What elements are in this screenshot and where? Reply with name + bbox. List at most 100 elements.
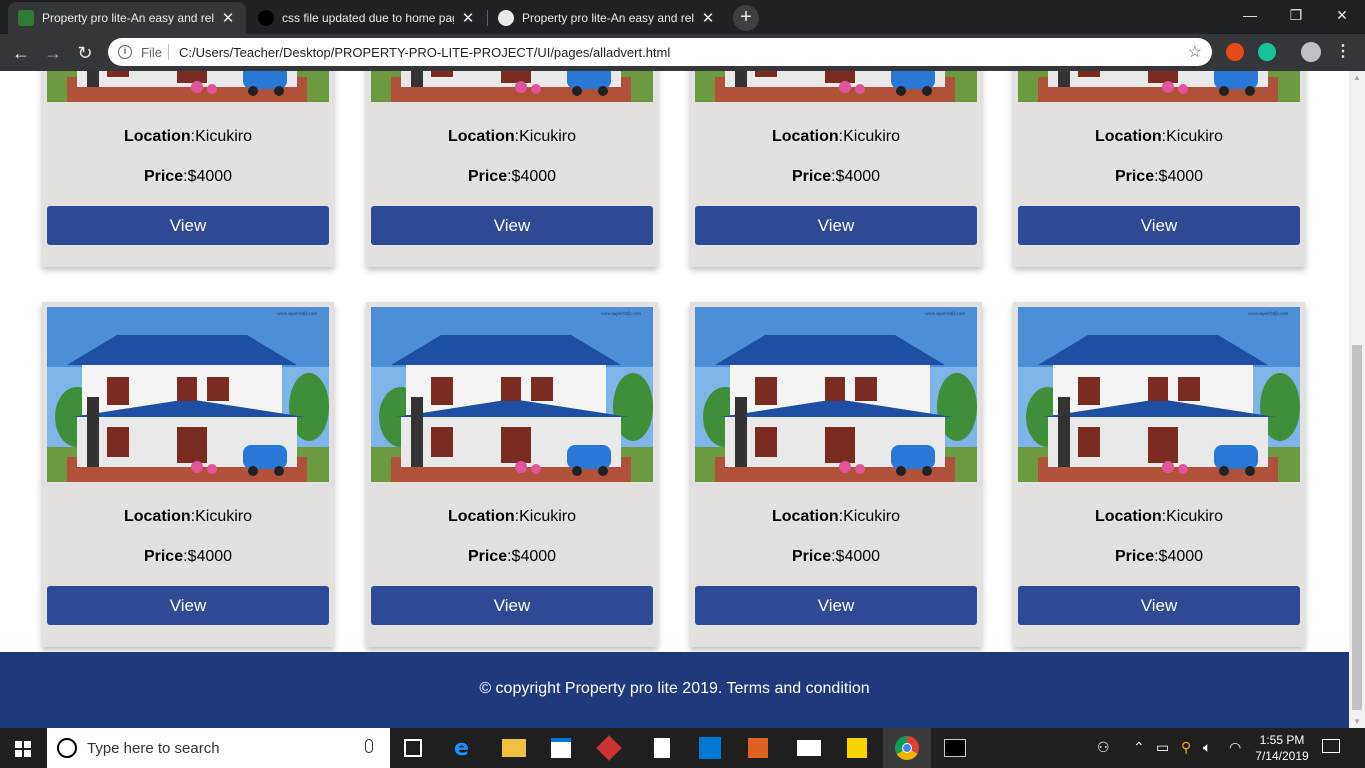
tab-close-icon[interactable]: ✕ — [700, 9, 716, 27]
search-tray-icon[interactable]: ⚲ — [1181, 739, 1191, 756]
listing-card: www.superbdfs.com Location:Kicukiro Price:… — [366, 71, 658, 267]
listing-price: Price:$4000 — [1013, 548, 1305, 566]
price-label: Price — [143, 548, 184, 565]
svg-text:www.superbdfs.com: www.superbdfs.com — [277, 312, 317, 317]
minimize-button[interactable]: — — [1227, 0, 1273, 30]
edge-browser-icon[interactable]: e — [454, 736, 478, 761]
back-button[interactable]: ← — [8, 40, 34, 66]
gitkraken-icon[interactable] — [596, 735, 622, 761]
mail-icon[interactable] — [797, 740, 821, 756]
listing-location: Location:Kicukiro — [366, 128, 658, 146]
view-listing-button[interactable]: View — [47, 206, 329, 245]
tab-close-icon[interactable]: ✕ — [460, 9, 476, 27]
page-footer: © copyright Property pro lite 2019. Term… — [0, 652, 1349, 728]
people-icon[interactable]: ⚇ — [1097, 739, 1110, 756]
location-label: Location — [1094, 128, 1162, 145]
info-icon[interactable]: i — [118, 45, 132, 59]
tab-title: css file updated due to home pag — [282, 11, 454, 25]
tab-close-icon[interactable]: ✕ — [220, 9, 236, 27]
footer-copyright: © copyright Property pro lite 2019. Term… — [479, 680, 870, 697]
view-listing-button[interactable]: View — [1018, 206, 1300, 245]
restore-button[interactable]: ❐ — [1273, 0, 1319, 30]
taskbar-search-box[interactable]: Type here to search — [47, 728, 390, 768]
view-listing-button[interactable]: View — [47, 586, 329, 625]
url-text[interactable]: C:/Users/Teacher/Desktop/PROPERTY-PRO-LI… — [179, 45, 670, 60]
microphone-icon[interactable] — [365, 739, 373, 753]
terminal-icon[interactable] — [944, 739, 966, 757]
tab-title: Property pro lite-An easy and reli — [522, 11, 694, 25]
price-value: :$4000 — [507, 548, 557, 565]
listing-location: Location:Kicukiro — [42, 508, 334, 526]
price-label: Price — [791, 168, 832, 185]
view-listing-button[interactable]: View — [695, 586, 977, 625]
reload-button[interactable]: ↻ — [72, 40, 98, 66]
listing-price: Price:$4000 — [1013, 168, 1305, 186]
price-value: :$4000 — [183, 548, 233, 565]
forward-button[interactable]: → — [40, 40, 66, 66]
start-button[interactable] — [0, 728, 46, 768]
sticky-notes-icon[interactable] — [847, 738, 867, 758]
scroll-down-icon[interactable]: ▼ — [1353, 717, 1361, 726]
listing-price: Price:$4000 — [42, 168, 334, 186]
location-value: :Kicukiro — [838, 128, 901, 145]
scrollbar-thumb[interactable] — [1352, 345, 1362, 710]
profile-avatar-icon[interactable] — [1301, 42, 1321, 62]
tab-property-pro[interactable]: Property pro lite-An easy and reli ✕ — [488, 2, 726, 34]
listing-location: Location:Kicukiro — [690, 508, 982, 526]
address-bar[interactable]: i File C:/Users/Teacher/Desktop/PROPERTY… — [108, 38, 1212, 66]
view-listing-button[interactable]: View — [371, 586, 653, 625]
github-favicon-icon — [258, 10, 274, 26]
scroll-up-icon[interactable]: ▲ — [1353, 73, 1361, 82]
listing-card: www.superbdfs.com Location:Kicukiro Price:… — [366, 302, 658, 647]
battery-icon[interactable]: ▭ — [1156, 739, 1169, 756]
new-tab-button[interactable]: + — [733, 5, 759, 31]
listing-location: Location:Kicukiro — [366, 508, 658, 526]
media-player-icon[interactable] — [748, 738, 768, 758]
location-value: :Kicukiro — [514, 128, 577, 145]
listing-card: www.superbdfs.com Location:Kicukiro Price:… — [42, 71, 334, 267]
view-listing-button[interactable]: View — [1018, 586, 1300, 625]
extension-fox-icon[interactable] — [1226, 43, 1244, 61]
close-window-button[interactable]: ✕ — [1319, 0, 1365, 30]
property-photo: www.superbdfs.com — [1018, 71, 1300, 102]
view-listing-button[interactable]: View — [695, 206, 977, 245]
action-center-icon[interactable] — [1322, 739, 1340, 753]
location-value: :Kicukiro — [838, 508, 901, 525]
volume-icon[interactable]: 🔈︎ — [1203, 739, 1211, 756]
listing-card: www.superbdfs.com Location:Kicukiro Price:… — [1013, 71, 1305, 267]
system-clock[interactable]: 1:55 PM 7/14/2019 — [1252, 732, 1312, 764]
store-icon[interactable] — [551, 738, 571, 758]
chrome-menu-icon[interactable]: ⋮ — [1335, 41, 1351, 61]
location-label: Location — [123, 128, 191, 145]
tray-chevron-icon[interactable]: ⌃ — [1133, 739, 1145, 756]
task-view-icon[interactable] — [404, 739, 422, 757]
view-listing-button[interactable]: View — [371, 206, 653, 245]
vscode-icon[interactable] — [699, 737, 721, 759]
page-scrollbar[interactable]: ▲ ▼ — [1349, 71, 1365, 728]
tab-github[interactable]: css file updated due to home pag ✕ — [248, 2, 486, 34]
price-label: Price — [1114, 168, 1155, 185]
listing-location: Location:Kicukiro — [1013, 128, 1305, 146]
svg-text:www.superbdfs.com: www.superbdfs.com — [1248, 312, 1288, 317]
tab-alladvert[interactable]: Property pro lite-An easy and reli ✕ — [8, 2, 246, 34]
property-photo: www.superbdfs.com — [47, 307, 329, 482]
file-explorer-icon[interactable] — [502, 739, 526, 757]
listing-price: Price:$4000 — [690, 548, 982, 566]
listing-card: www.superbdfs.com Location:Kicukiro Price:… — [42, 302, 334, 647]
price-label: Price — [143, 168, 184, 185]
svg-text:www.superbdfs.com: www.superbdfs.com — [601, 312, 641, 317]
cortana-icon[interactable] — [57, 738, 77, 758]
document-icon[interactable] — [654, 738, 670, 758]
omnibox-divider — [168, 44, 169, 60]
listing-card: www.superbdfs.com Location:Kicukiro Price:… — [1013, 302, 1305, 647]
listing-card: www.superbdfs.com Location:Kicukiro Price:… — [690, 71, 982, 267]
browser-tab-strip: Property pro lite-An easy and reli ✕ css… — [0, 0, 1365, 34]
listing-card: www.superbdfs.com Location:Kicukiro Price:… — [690, 302, 982, 647]
location-value: :Kicukiro — [1161, 508, 1224, 525]
bookmark-star-icon[interactable]: ☆ — [1188, 42, 1202, 62]
location-label: Location — [771, 508, 839, 525]
chrome-taskbar-button[interactable] — [883, 728, 931, 768]
wifi-icon[interactable]: ◠ — [1229, 739, 1241, 756]
listing-location: Location:Kicukiro — [690, 128, 982, 146]
grammarly-extension-icon[interactable] — [1258, 43, 1276, 61]
